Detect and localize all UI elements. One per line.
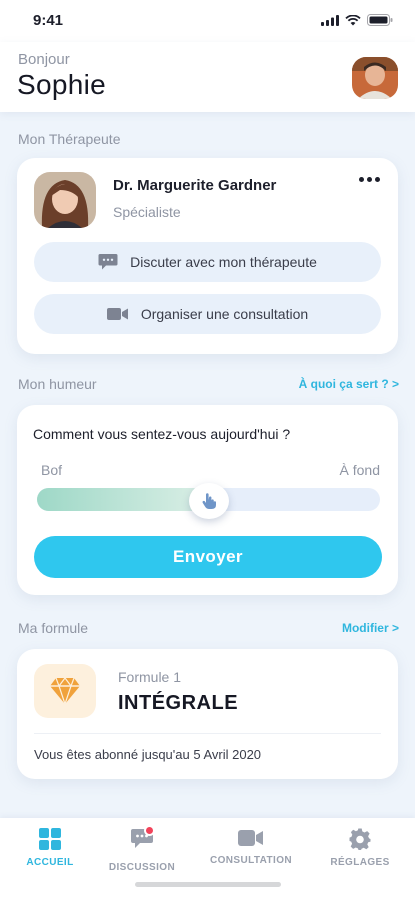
wifi-icon <box>345 14 361 25</box>
subscription-text: Vous êtes abonné jusqu'au 5 Avril 2020 <box>34 747 262 762</box>
plan-name: INTÉGRALE <box>118 692 239 714</box>
battery-icon <box>367 14 393 26</box>
signal-icon <box>321 14 339 26</box>
video-camera-icon <box>106 308 128 320</box>
mood-card: Comment vous sentez-vous aujourd'hui ? B… <box>17 405 398 595</box>
plan-card: Formule 1 INTÉGRALE Vous êtes abonné jus… <box>17 649 398 779</box>
video-camera-icon <box>238 830 263 846</box>
chat-icon <box>98 254 118 270</box>
mood-info-link[interactable]: À quoi ça sert ? > <box>299 377 399 391</box>
tab-consultation[interactable]: CONSULTATION <box>201 828 301 874</box>
tab-consultation-label: CONSULTATION <box>209 855 292 866</box>
schedule-consultation-label: Organiser une consultation <box>140 306 309 322</box>
therapist-name: Dr. Marguerite Gardner <box>113 177 277 194</box>
status-bar: 9:41 <box>0 0 415 42</box>
gear-icon <box>349 828 371 850</box>
status-time: 9:41 <box>33 12 64 29</box>
plan-section-title: Ma formule <box>18 620 89 636</box>
mood-slider-thumb[interactable] <box>188 483 229 519</box>
tab-home-label: ACCUEIL <box>26 857 74 868</box>
plan-label: Formule 1 <box>118 669 182 685</box>
user-avatar[interactable] <box>352 57 398 99</box>
schedule-consultation-button[interactable]: Organiser une consultation <box>34 294 381 334</box>
header: Bonjour Sophie <box>0 42 415 112</box>
plan-divider <box>34 733 381 734</box>
mood-slider-fill <box>37 488 209 511</box>
diamond-icon <box>50 677 80 705</box>
chat-with-therapist-button[interactable]: Discuter avec mon thérapeute <box>34 242 381 282</box>
mood-low-label: Bof <box>41 462 63 478</box>
mood-question: Comment vous sentez-vous aujourd'hui ? <box>33 426 291 442</box>
mood-section-title: Mon humeur <box>18 376 97 392</box>
plan-badge <box>34 664 96 718</box>
notification-badge <box>144 825 155 836</box>
therapist-card: Dr. Marguerite Gardner Spécialiste Discu… <box>17 158 398 354</box>
status-icons <box>321 14 393 26</box>
home-indicator[interactable] <box>135 882 281 887</box>
mood-high-label: À fond <box>339 462 380 478</box>
modify-plan-link[interactable]: Modifier > <box>342 621 399 635</box>
hand-pointer-icon <box>202 493 216 509</box>
tab-discussion-label: DISCUSSION <box>108 862 176 873</box>
tab-bar: ACCUEIL DISCUSSION CONSULTATION RÉGLAGES <box>0 818 415 900</box>
grid-icon <box>39 828 61 850</box>
tab-settings[interactable]: RÉGLAGES <box>310 828 410 874</box>
more-options-icon[interactable] <box>356 172 382 186</box>
greeting-text: Bonjour <box>18 51 70 68</box>
send-mood-button[interactable]: Envoyer <box>34 536 382 578</box>
tab-settings-label: RÉGLAGES <box>330 857 390 868</box>
therapist-role: Spécialiste <box>113 204 181 220</box>
tab-discussion[interactable]: DISCUSSION <box>92 825 192 874</box>
chat-with-therapist-label: Discuter avec mon thérapeute <box>130 254 317 270</box>
therapist-section-title: Mon Thérapeute <box>18 131 121 147</box>
user-name: Sophie <box>17 69 106 100</box>
therapist-avatar <box>34 172 96 228</box>
tab-home[interactable]: ACCUEIL <box>0 828 100 874</box>
